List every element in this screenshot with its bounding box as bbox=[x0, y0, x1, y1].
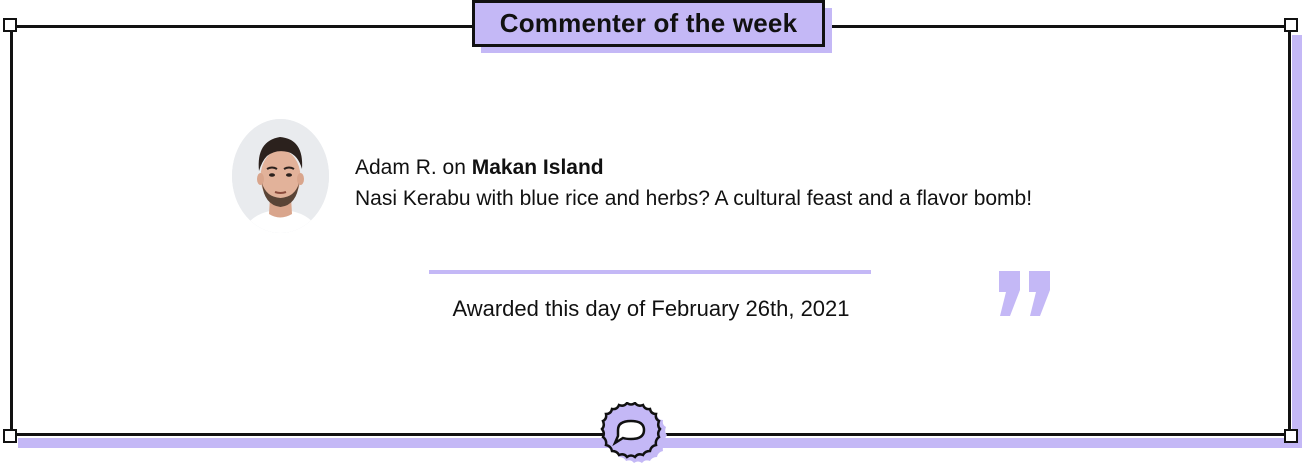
speech-bubble-badge-icon bbox=[600, 402, 667, 463]
closing-quote-icon bbox=[999, 271, 1050, 316]
comment-place-link[interactable]: Makan Island bbox=[472, 156, 604, 179]
award-date-text: Awarded this day of February 26th, 2021 bbox=[452, 296, 850, 321]
comment-header: Adam R. on Makan Island bbox=[355, 152, 1032, 183]
corner-handle-top-right-icon bbox=[1284, 18, 1298, 32]
avatar bbox=[232, 119, 329, 233]
comment-block: Adam R. on Makan Island Nasi Kerabu with… bbox=[355, 152, 1032, 214]
corner-handle-bottom-left-icon bbox=[3, 429, 17, 443]
comment-connector: on bbox=[436, 156, 472, 179]
card-title: Commenter of the week bbox=[472, 0, 825, 47]
corner-handle-bottom-right-icon bbox=[1284, 429, 1298, 443]
comment-text: Nasi Kerabu with blue rice and herbs? A … bbox=[355, 187, 1033, 210]
corner-handle-top-left-icon bbox=[3, 18, 17, 32]
award-card-frame bbox=[10, 25, 1291, 436]
divider bbox=[429, 270, 871, 274]
user-avatar-photo-icon bbox=[232, 119, 329, 233]
comment-author: Adam R. bbox=[355, 156, 437, 179]
